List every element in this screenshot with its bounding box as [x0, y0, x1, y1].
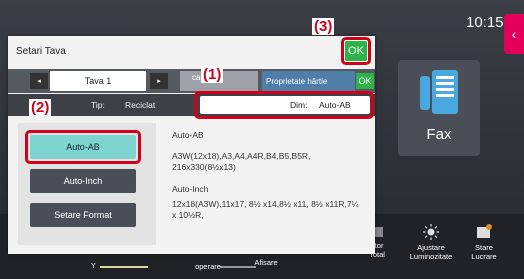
- y-toner-label: Y: [91, 263, 96, 270]
- type-label: Tip:: [91, 100, 105, 110]
- fax-label: Fax: [426, 126, 452, 143]
- bottom-item-label: Afisare: [254, 258, 278, 267]
- bottom-item-label: Stare Lucrare: [471, 243, 497, 261]
- bottom-item-operare[interactable]: operare: [188, 262, 228, 271]
- y-toner-level: [100, 266, 148, 268]
- callout-1: (1): [201, 66, 224, 83]
- custom-size-button[interactable]: Setare Format: [30, 203, 136, 227]
- size-options-panel: Auto-AB Auto-Inch Setare Format: [18, 123, 156, 245]
- property-ok-button[interactable]: OK: [356, 73, 374, 89]
- clock: 10:15: [466, 14, 504, 31]
- tray-selector-row: ◂ Tava 1 ▸ care Proprietate hârtie OK: [8, 69, 375, 93]
- bottom-item-afisare[interactable]: Afisare: [246, 258, 286, 267]
- prev-tray-button[interactable]: ◂: [30, 73, 48, 89]
- auto-ab-title: Auto-AB: [172, 130, 204, 140]
- ok-highlight-frame: [341, 37, 371, 65]
- chevron-left-icon: ‹: [511, 26, 517, 42]
- tray-field: Tava 1: [50, 71, 146, 91]
- arrow-left-icon: ◂: [37, 78, 41, 85]
- auto-inch-sizes: 12x18(A3W),11x17, 8½ x14,8½ x11, 8½ x11R…: [172, 199, 359, 220]
- job-status-icon: [477, 224, 492, 238]
- bottom-item-luminozitate[interactable]: Ajustare Luminozitate: [403, 224, 459, 261]
- auto-inch-button[interactable]: Auto-Inch: [30, 169, 136, 193]
- type-size-row: Tip: Reciclat Dim: Auto-AB: [8, 91, 375, 119]
- paper-property-button[interactable]: Proprietate hârtie: [262, 71, 355, 91]
- auto-ab-sizes: A3W(12x18),A3,A4,A4R,B4,B5,B5R, 216x330(…: [172, 151, 311, 172]
- brightness-icon: [423, 224, 439, 240]
- next-tray-button[interactable]: ▸: [150, 73, 168, 89]
- auto-inch-title: Auto-Inch: [172, 184, 209, 194]
- auto-ab-highlight-frame: [25, 130, 141, 164]
- bottom-item-label: operare: [195, 262, 221, 271]
- fax-tile[interactable]: Fax: [398, 60, 480, 156]
- callout-3: (3): [312, 18, 335, 35]
- bottom-item-stare[interactable]: Stare Lucrare: [464, 224, 504, 261]
- collapse-tab[interactable]: ‹: [504, 14, 524, 54]
- arrow-right-icon: ▸: [157, 78, 161, 85]
- fax-icon: [420, 70, 458, 114]
- callout-2: (2): [29, 99, 52, 116]
- size-highlight-frame: [194, 91, 374, 119]
- dialog-title: Setari Tava: [16, 46, 66, 57]
- tray-settings-dialog: Setari Tava OK ◂ Tava 1 ▸ care Proprieta…: [8, 36, 375, 254]
- bottom-item-label: Ajustare Luminozitate: [409, 243, 453, 261]
- type-value: Reciclat: [125, 100, 156, 110]
